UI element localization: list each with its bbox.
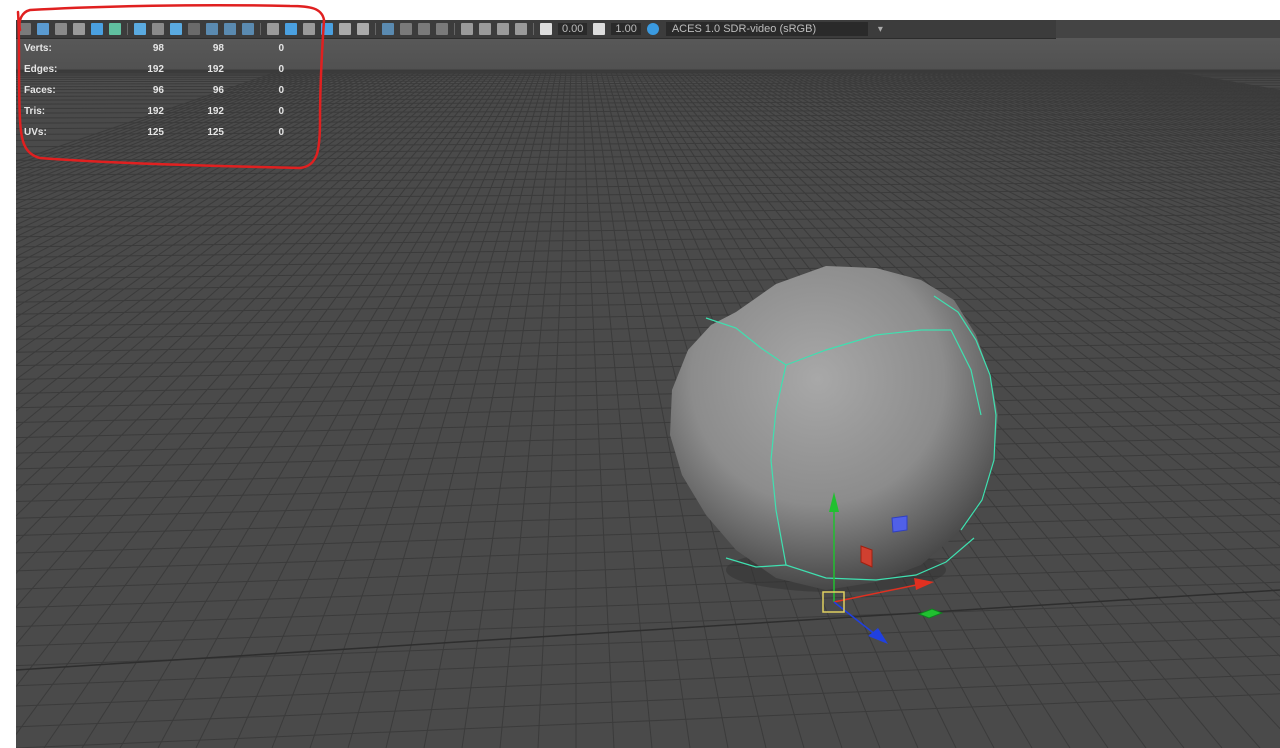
annotation-overlay xyxy=(16,3,326,170)
annotation-outline xyxy=(16,3,326,170)
maya-window: 0.00 1.00 ACES 1.0 SDR-video (sRGB) ▾ Ve… xyxy=(0,0,1280,748)
